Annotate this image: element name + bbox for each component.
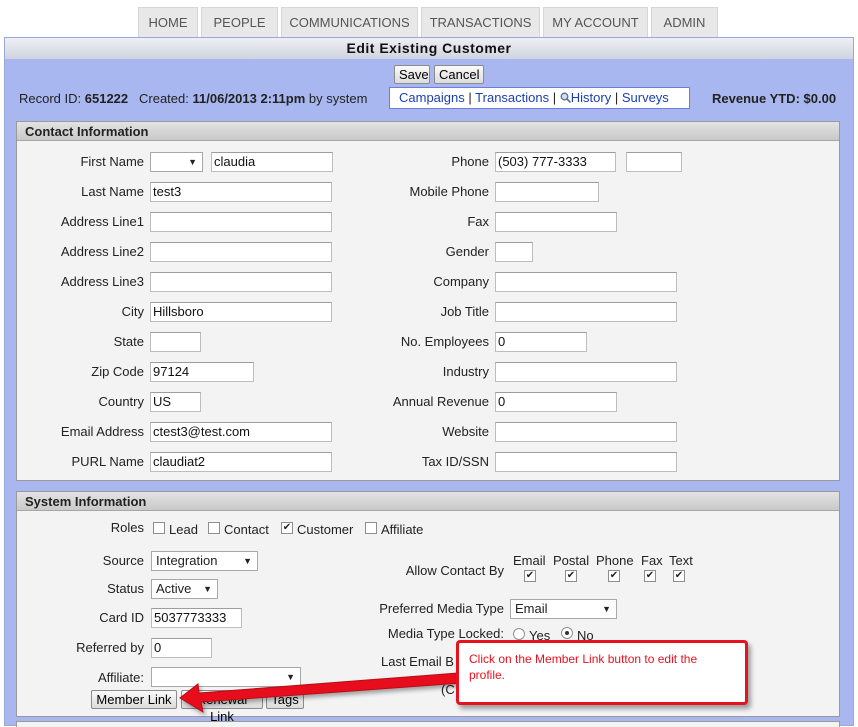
callout-text: Click on the Member Link button to edit …	[469, 652, 698, 682]
callout-box: Click on the Member Link button to edit …	[456, 640, 748, 705]
callout-arrow	[179, 672, 462, 714]
